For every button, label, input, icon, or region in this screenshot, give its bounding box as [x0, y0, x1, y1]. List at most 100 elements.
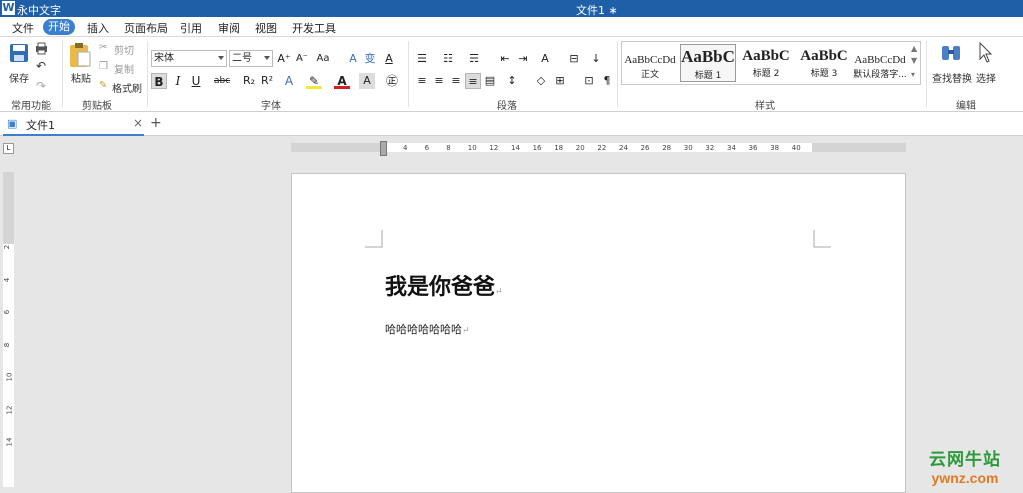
group-label-font: 字体 — [261, 101, 281, 112]
align-center-icon[interactable]: ≡ — [431, 73, 447, 89]
show-ruler-icon[interactable]: ⊟ — [566, 51, 582, 67]
style-item-normal[interactable]: AaBbCcDd 正文 — [622, 44, 678, 82]
tab-document[interactable]: ▣ 文件1 × — [3, 112, 144, 136]
document-heading[interactable]: 我是你爸爸↵ — [385, 269, 503, 301]
style-preview: AaBbCcDd — [624, 54, 676, 66]
chevron-down-icon — [218, 56, 224, 60]
subscript-icon[interactable]: R₂ — [241, 73, 257, 89]
indent-marker-icon[interactable] — [380, 141, 387, 156]
menu-home[interactable]: 开始 — [43, 19, 75, 35]
find-replace-button[interactable]: 查找替换 — [932, 70, 972, 85]
style-preview: AaBbC — [800, 48, 848, 64]
menu-insert[interactable]: 插入 — [87, 20, 109, 36]
font-family-select[interactable]: 宋体 — [151, 50, 227, 67]
font-color-icon[interactable]: A — [334, 73, 350, 89]
shading-icon[interactable]: ◇ — [533, 73, 549, 89]
format-painter-button[interactable]: 格式刷 — [112, 80, 142, 95]
line-spacing-icon[interactable]: ↕ — [504, 73, 520, 89]
multilevel-list-icon[interactable]: ☴ — [466, 51, 482, 67]
gallery-more-icon[interactable]: ▾ — [911, 70, 915, 79]
highlight-icon[interactable]: ✎ — [306, 73, 322, 89]
text-effect-icon[interactable]: A — [281, 73, 297, 89]
ruler-tick-label: 8 — [446, 144, 451, 152]
gallery-up-icon[interactable]: ▲ — [911, 44, 917, 53]
paste-button[interactable]: 粘贴 — [71, 70, 91, 85]
enclose-char-icon[interactable]: ㊣ — [384, 73, 400, 89]
style-preview: AaBbC — [681, 47, 735, 66]
save-icon[interactable] — [9, 43, 29, 63]
font-size-select[interactable]: 二号 — [229, 50, 273, 67]
save-button[interactable]: 保存 — [9, 70, 29, 85]
paste-icon[interactable] — [68, 42, 92, 68]
undo-icon[interactable]: ↶ — [36, 59, 46, 73]
char-border-icon[interactable]: A — [381, 51, 397, 67]
title-bar: W 永中文字 文件1 ∗ — [0, 0, 1023, 17]
group-label-styles: 样式 — [755, 101, 775, 112]
style-item-heading3[interactable]: AaBbC 标题 3 — [796, 44, 852, 82]
group-label-clipboard: 剪贴板 — [82, 101, 112, 112]
font-size-value: 二号 — [232, 53, 252, 64]
shrink-font-icon[interactable]: A⁻ — [294, 51, 310, 67]
ruler-tick-label: 34 — [727, 144, 736, 152]
change-case-icon[interactable]: Aa — [315, 51, 331, 67]
select-cursor-icon[interactable] — [978, 42, 994, 64]
document-page[interactable]: 我是你爸爸↵ 哈哈哈哈哈哈哈↵ — [291, 173, 906, 493]
bullets-icon[interactable]: ☰ — [414, 51, 430, 67]
cut-button[interactable]: 剪切 — [114, 42, 134, 57]
select-button[interactable]: 选择 — [976, 70, 996, 85]
app-logo-icon: W — [2, 1, 15, 15]
bold-icon[interactable]: B — [151, 73, 167, 89]
close-icon[interactable]: × — [133, 116, 143, 130]
show-marks-icon[interactable]: ¶ — [599, 73, 615, 89]
strikethrough-icon[interactable]: abc — [214, 73, 230, 89]
cut-icon[interactable]: ✂ — [99, 42, 107, 53]
copy-button[interactable]: 复制 — [114, 61, 134, 76]
menu-view[interactable]: 视图 — [255, 20, 277, 36]
menu-developer[interactable]: 开发工具 — [292, 20, 336, 36]
distributed-icon[interactable]: ▤ — [482, 73, 498, 89]
style-item-heading2[interactable]: AaBbC 标题 2 — [738, 44, 794, 82]
site-watermark: 云网牛站 ywnz.com — [929, 445, 1001, 486]
menu-file[interactable]: 文件 — [12, 20, 34, 36]
find-replace-icon[interactable] — [940, 43, 962, 65]
watermark-line1: 云网牛站 — [929, 450, 1001, 470]
copy-icon[interactable]: ❐ — [99, 61, 108, 72]
grow-font-icon[interactable]: A⁺ — [276, 51, 292, 67]
modified-mark: ∗ — [608, 4, 618, 17]
vruler-tick-label: 14 — [5, 437, 14, 447]
borders-icon[interactable]: ⊞ — [552, 73, 568, 89]
align-right-icon[interactable]: ≡ — [448, 73, 464, 89]
print-icon[interactable] — [35, 42, 48, 55]
ruler-tick-label: 18 — [554, 144, 564, 152]
numbering-icon[interactable]: ☷ — [440, 51, 456, 67]
menu-review[interactable]: 审阅 — [218, 20, 240, 36]
sort-icon[interactable]: ↓ — [588, 51, 604, 67]
underline-icon[interactable]: U — [188, 73, 204, 89]
justify-icon[interactable]: ≡ — [465, 73, 481, 89]
italic-icon[interactable]: I — [170, 73, 186, 89]
clear-format-icon[interactable]: A — [345, 51, 361, 67]
phonetic-guide-icon[interactable]: 变 — [362, 51, 378, 67]
asian-layout-icon[interactable]: A — [537, 51, 553, 67]
redo-icon[interactable]: ↷ — [36, 79, 46, 93]
vruler-tick-label: 6 — [3, 309, 12, 315]
style-item-heading1[interactable]: AaBbC 标题 1 — [680, 44, 736, 82]
vruler-tick-label: 4 — [3, 277, 12, 282]
ruler-tick-label: 20 — [575, 144, 585, 152]
group-divider — [408, 41, 409, 107]
menu-page-layout[interactable]: 页面布局 — [124, 20, 168, 36]
increase-indent-icon[interactable]: ⇥ — [515, 51, 531, 67]
document-body-paragraph[interactable]: 哈哈哈哈哈哈哈↵ — [385, 321, 470, 337]
new-tab-icon[interactable]: + — [150, 115, 162, 131]
style-item-default-para-font[interactable]: AaBbCcDd 默认段落字... — [852, 44, 908, 82]
char-shading-icon[interactable]: A — [359, 73, 375, 89]
superscript-icon[interactable]: R² — [259, 73, 275, 89]
gallery-down-icon[interactable]: ▼ — [911, 56, 917, 65]
heading-text: 我是你爸爸 — [385, 274, 496, 300]
tab-stop-selector[interactable]: L — [3, 143, 14, 154]
paragraph-settings-icon[interactable]: ⊡ — [581, 73, 597, 89]
decrease-indent-icon[interactable]: ⇤ — [497, 51, 513, 67]
format-painter-icon[interactable]: ✎ — [99, 80, 107, 91]
align-left-icon[interactable]: ≡ — [414, 73, 430, 89]
menu-references[interactable]: 引用 — [180, 20, 202, 36]
